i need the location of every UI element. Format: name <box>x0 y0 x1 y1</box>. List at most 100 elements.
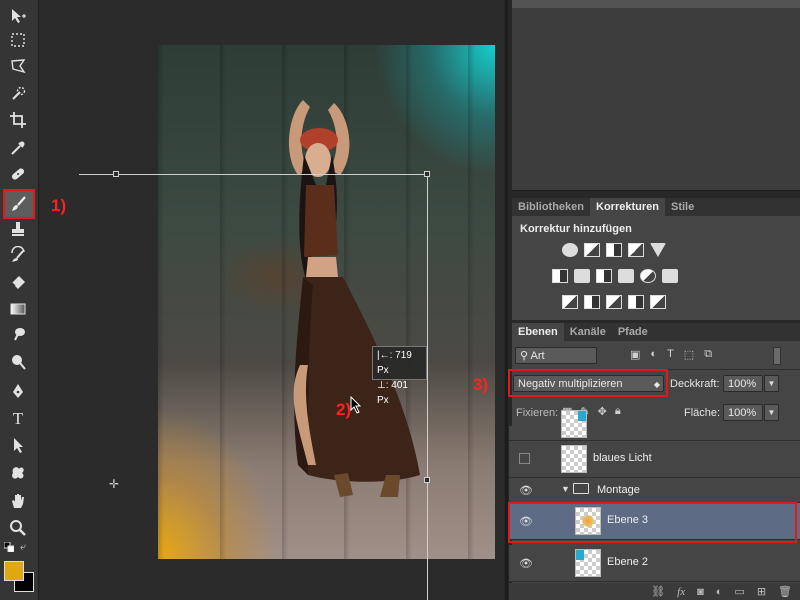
layer-name[interactable]: Ebene 2 <box>607 556 648 568</box>
adjustment-layer-icon[interactable]: ◐ <box>716 586 723 598</box>
layer-thumbnail <box>561 410 587 438</box>
levels-icon[interactable] <box>584 243 600 257</box>
height-readout: ⊥: 401 Px <box>377 380 408 406</box>
gradient-icon[interactable] <box>4 297 32 321</box>
opacity-label: Deckkraft: <box>670 378 720 390</box>
fill-value: 100% <box>728 407 757 419</box>
document-canvas[interactable]: |←: 719 Px ⊥: 401 Px ✛ 1) 2) <box>39 0 504 600</box>
quick-select-icon[interactable] <box>4 82 32 106</box>
tab-channels[interactable]: Kanäle <box>564 323 612 341</box>
shape-filter-icon[interactable]: ⬚ <box>684 348 694 361</box>
brush-icon[interactable] <box>3 189 35 219</box>
smudge-icon[interactable] <box>4 323 32 347</box>
curves-icon[interactable] <box>606 243 622 257</box>
adjustment-filter-icon[interactable]: ◐ <box>650 348 657 361</box>
posterize-icon[interactable] <box>584 295 600 309</box>
lock-all-icon[interactable]: 🔒︎ <box>615 405 621 418</box>
fill-label: Fläche: <box>684 407 721 419</box>
type-icon[interactable]: T <box>4 406 32 430</box>
adjustment-row-3 <box>562 295 666 309</box>
path-select-icon[interactable] <box>4 433 32 457</box>
threshold-icon[interactable] <box>606 295 622 309</box>
chevron-down-icon[interactable]: ▼ <box>561 484 570 494</box>
fill-dropdown-button[interactable]: ▼ <box>764 404 779 421</box>
shape-icon[interactable] <box>4 461 32 485</box>
document-image[interactable] <box>158 45 495 559</box>
exposure-icon[interactable] <box>628 243 644 257</box>
dodge-icon[interactable] <box>4 350 32 374</box>
group-name[interactable]: Montage <box>597 484 640 496</box>
vibrance-icon[interactable] <box>650 243 666 257</box>
link-layers-icon[interactable]: ⛓︎ <box>651 585 665 598</box>
panel-strip <box>512 0 800 8</box>
filter-toggle[interactable] <box>773 347 781 365</box>
transform-handle-top-right[interactable] <box>424 171 430 177</box>
fx-icon[interactable]: fx <box>677 586 685 598</box>
stamp-icon[interactable] <box>4 217 32 241</box>
eye-icon[interactable]: 👁︎ <box>519 557 533 570</box>
pen-icon[interactable] <box>4 379 32 403</box>
mask-icon[interactable]: ◙ <box>697 586 704 598</box>
fill-input[interactable]: 100% <box>723 404 763 421</box>
adjustments-title: Korrektur hinzufügen <box>520 223 632 235</box>
hue-saturation-icon[interactable] <box>552 269 568 283</box>
adjustment-row-2 <box>552 269 678 283</box>
invert-icon[interactable] <box>562 295 578 309</box>
layer-group-montage[interactable]: 👁︎ ▼ Montage <box>509 478 800 503</box>
zoom-icon[interactable] <box>4 516 32 540</box>
opacity-input[interactable]: 100% <box>723 375 763 392</box>
tab-paths[interactable]: Pfade <box>612 323 654 341</box>
layer-row-ebene-2[interactable]: 👁︎ Ebene 2 <box>509 545 800 582</box>
layer-filter-label: Art <box>530 350 545 362</box>
color-lookup-icon[interactable] <box>662 269 678 283</box>
history-brush-icon[interactable] <box>4 243 32 267</box>
image-filter-icon[interactable]: ▣ <box>630 348 640 361</box>
type-filter-icon[interactable]: T <box>667 348 674 361</box>
lock-position-icon[interactable]: ✥ <box>598 405 607 418</box>
thumbnail-blue-light <box>576 550 584 560</box>
mouse-cursor-icon <box>350 396 362 414</box>
gradient-map-icon[interactable] <box>650 295 666 309</box>
photo-filter-icon[interactable] <box>618 269 634 283</box>
black-white-icon[interactable] <box>596 269 612 283</box>
transform-handle-left[interactable] <box>113 171 119 177</box>
tab-layers[interactable]: Ebenen <box>512 323 564 341</box>
tab-libraries[interactable]: Bibliotheken <box>512 198 590 216</box>
new-layer-icon[interactable]: ⊞ <box>757 585 766 598</box>
layer-thumbnail <box>575 549 601 577</box>
visibility-toggle-off[interactable] <box>519 453 530 464</box>
hand-icon[interactable] <box>4 489 32 513</box>
transform-guide-horizontal <box>79 174 429 175</box>
layer-row-partial[interactable] <box>509 410 800 441</box>
dancer-figure <box>288 100 420 497</box>
marquee-icon[interactable] <box>4 28 32 52</box>
channel-mixer-icon[interactable] <box>640 269 656 283</box>
crosshair-icon: ✛ <box>109 477 120 491</box>
trash-icon[interactable]: 🗑︎ <box>778 585 792 598</box>
foreground-color-swatch[interactable] <box>4 561 24 581</box>
smart-object-filter-icon[interactable]: ⧉ <box>704 348 712 361</box>
eye-icon[interactable]: 👁︎ <box>519 484 533 497</box>
layer-name[interactable]: blaues Licht <box>593 452 652 464</box>
opacity-dropdown-button[interactable]: ▼ <box>764 375 779 392</box>
move-icon[interactable] <box>4 4 32 28</box>
layer-row-blaues-licht[interactable]: blaues Licht <box>509 441 800 478</box>
navigator-panel <box>512 0 800 191</box>
step3-annotation: 3) <box>473 375 489 394</box>
lasso-icon[interactable] <box>4 54 32 78</box>
opacity-value: 100% <box>728 378 757 390</box>
eraser-icon[interactable] <box>4 270 32 294</box>
layer-filter-select[interactable]: ⚲ Art <box>515 347 597 364</box>
default-colors-icon[interactable] <box>4 542 14 552</box>
eyedropper-icon[interactable] <box>4 136 32 160</box>
color-balance-icon[interactable] <box>574 269 590 283</box>
brightness-icon[interactable] <box>562 243 578 257</box>
swap-colors-icon[interactable]: ⤶ <box>20 541 26 554</box>
tab-styles[interactable]: Stile <box>665 198 700 216</box>
selective-color-icon[interactable] <box>628 295 644 309</box>
tab-corrections[interactable]: Korrekturen <box>590 198 665 216</box>
transform-handle-bottom-right[interactable] <box>424 477 430 483</box>
crop-icon[interactable] <box>4 108 32 132</box>
new-group-icon[interactable]: ▭ <box>734 585 744 598</box>
healing-icon[interactable] <box>4 162 32 186</box>
